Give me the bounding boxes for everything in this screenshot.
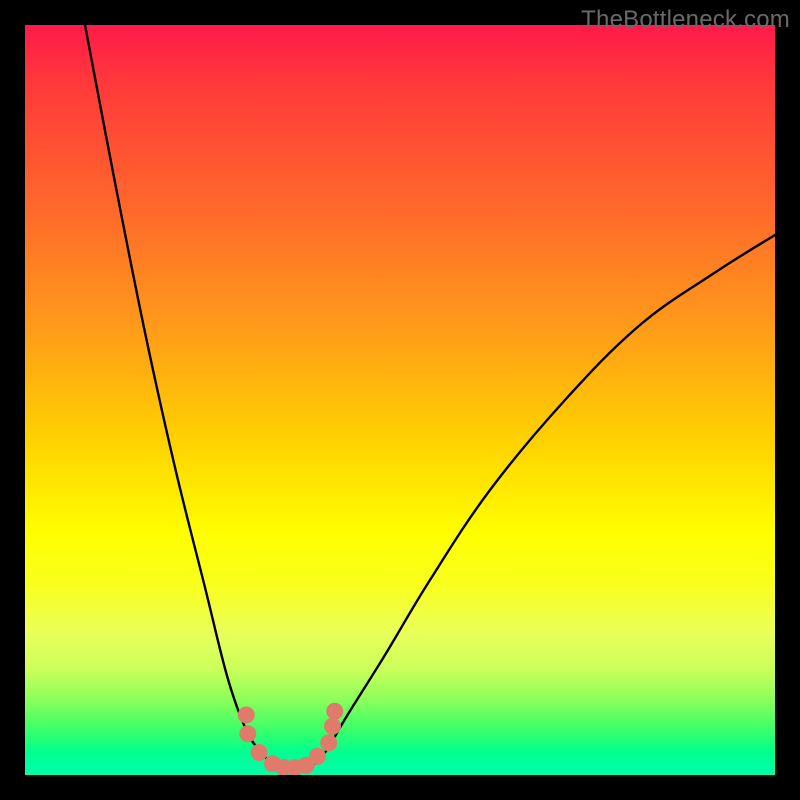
- plot-frame: [25, 25, 775, 775]
- plot-gradient-background: [25, 25, 775, 775]
- chart-container: TheBottleneck.com: [0, 0, 800, 800]
- watermark-text: TheBottleneck.com: [581, 6, 790, 34]
